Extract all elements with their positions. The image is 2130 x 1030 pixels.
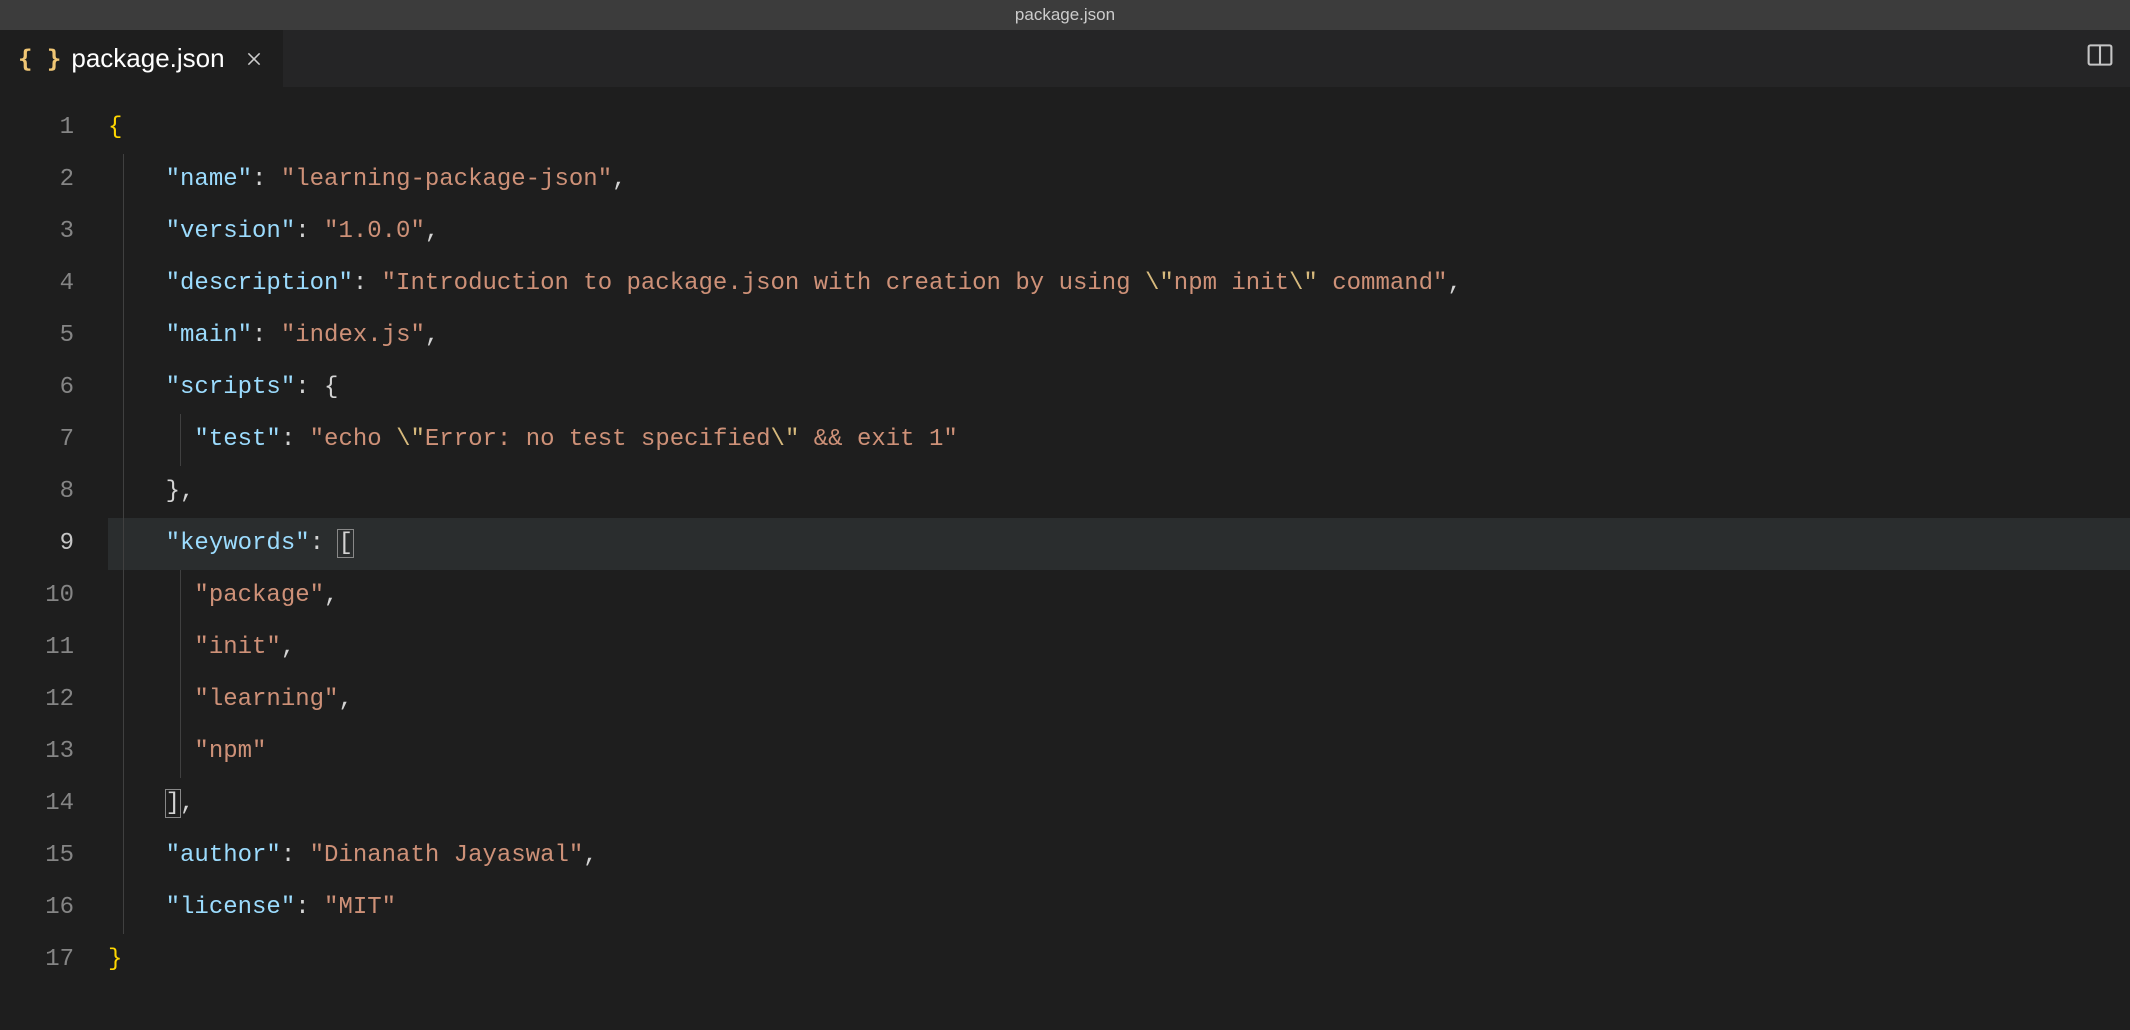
window-title: package.json	[1015, 5, 1115, 25]
code-line: }	[108, 934, 2130, 986]
line-number: 2	[0, 154, 108, 206]
line-number: 6	[0, 362, 108, 414]
code-line: },	[108, 466, 2130, 518]
tab-filename: package.json	[71, 43, 224, 74]
line-number: 5	[0, 310, 108, 362]
line-number: 12	[0, 674, 108, 726]
code-line: "license": "MIT"	[108, 882, 2130, 934]
code-line-active: "keywords": [	[108, 518, 2130, 570]
code-area[interactable]: { "name": "learning-package-json", "vers…	[108, 102, 2130, 1030]
code-line: "scripts": {	[108, 362, 2130, 414]
line-number: 15	[0, 830, 108, 882]
code-line: "author": "Dinanath Jayaswal",	[108, 830, 2130, 882]
code-line: "description": "Introduction to package.…	[108, 258, 2130, 310]
json-file-icon: { }	[18, 45, 61, 73]
line-number: 10	[0, 570, 108, 622]
bracket-match: ]	[165, 789, 181, 818]
line-number: 3	[0, 206, 108, 258]
line-number: 13	[0, 726, 108, 778]
split-editor-icon[interactable]	[2086, 41, 2114, 77]
line-number: 9	[0, 518, 108, 570]
code-line: "init",	[108, 622, 2130, 674]
code-line: "npm"	[108, 726, 2130, 778]
bracket-match: [	[337, 529, 353, 558]
code-line: "package",	[108, 570, 2130, 622]
code-line: "version": "1.0.0",	[108, 206, 2130, 258]
line-number: 8	[0, 466, 108, 518]
code-line: "test": "echo \"Error: no test specified…	[108, 414, 2130, 466]
line-number: 7	[0, 414, 108, 466]
tab-package-json[interactable]: { } package.json	[0, 30, 283, 87]
code-line: "name": "learning-package-json",	[108, 154, 2130, 206]
line-number: 14	[0, 778, 108, 830]
line-number-gutter: 1 2 3 4 5 6 7 8 9 10 11 12 13 14 15 16 1…	[0, 102, 108, 1030]
code-line: ],	[108, 778, 2130, 830]
tab-bar: { } package.json	[0, 30, 2130, 88]
line-number: 11	[0, 622, 108, 674]
code-line: "main": "index.js",	[108, 310, 2130, 362]
line-number: 1	[0, 102, 108, 154]
code-line: "learning",	[108, 674, 2130, 726]
close-icon[interactable]	[243, 48, 265, 70]
editor[interactable]: 1 2 3 4 5 6 7 8 9 10 11 12 13 14 15 16 1…	[0, 88, 2130, 1030]
line-number: 16	[0, 882, 108, 934]
line-number: 4	[0, 258, 108, 310]
window-title-bar: package.json	[0, 0, 2130, 30]
code-line: {	[108, 102, 2130, 154]
line-number: 17	[0, 934, 108, 986]
